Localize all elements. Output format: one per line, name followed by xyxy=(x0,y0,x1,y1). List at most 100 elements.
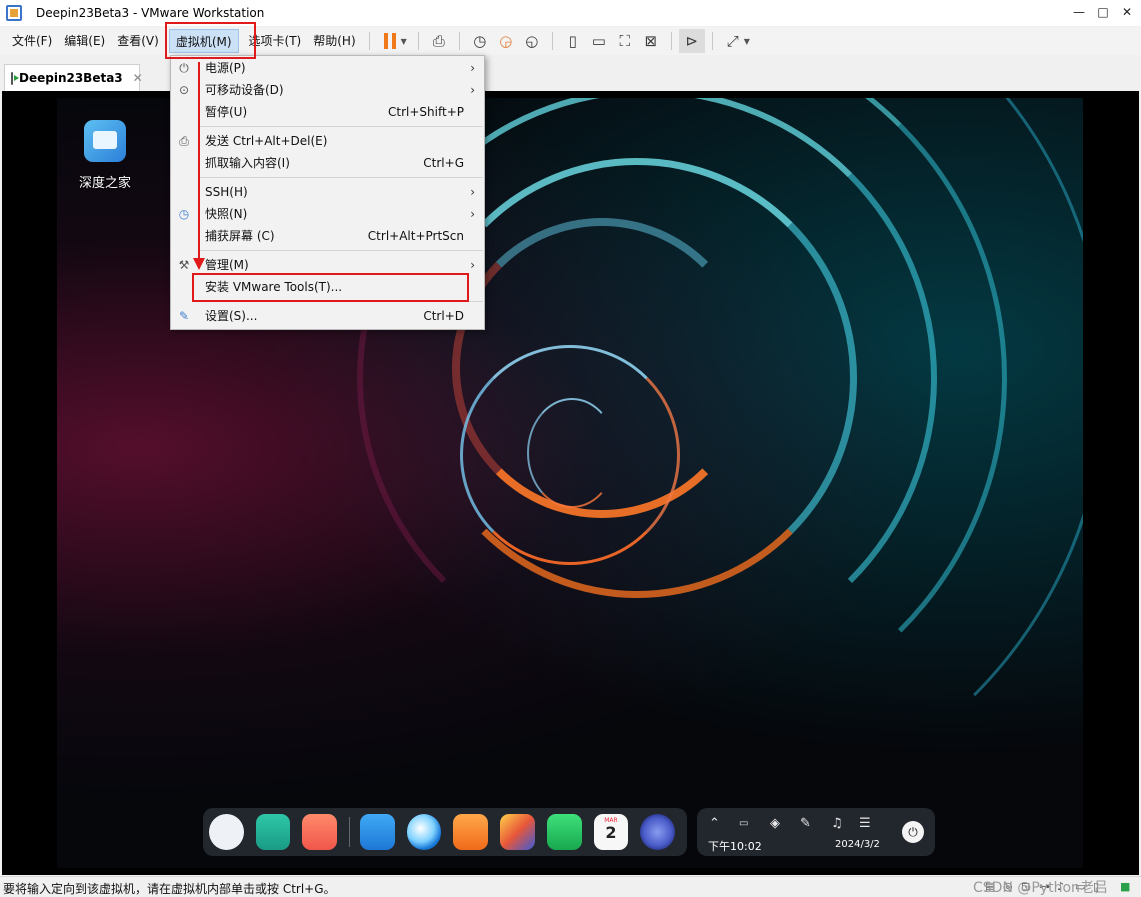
system-tray: ⌃ ▭ ◈ ✎ ♫ ☰ 下午10:02 2024/3/2 ⏻ xyxy=(697,808,935,856)
snapshot-manager-button[interactable]: ◵ xyxy=(519,29,545,53)
submenu-arrow-icon: › xyxy=(470,185,475,199)
terminal-icon: ⊳ xyxy=(685,32,699,50)
file-manager-icon[interactable] xyxy=(255,814,291,850)
deepin-logo-inner xyxy=(527,398,617,508)
tab-deepin23beta3[interactable]: Deepin23Beta3 ✕ xyxy=(4,64,143,91)
menu-separator xyxy=(199,250,483,251)
dock: MAR 2 xyxy=(203,808,687,856)
menu-item-pause[interactable]: 暂停(U) Ctrl+Shift+P xyxy=(171,101,484,123)
show-thumbnail-button[interactable]: ▭ xyxy=(586,29,612,53)
tab-label: Deepin23Beta3 xyxy=(19,71,123,85)
pause-icon xyxy=(383,33,396,49)
menu-edit[interactable]: 编辑(E) xyxy=(58,29,111,53)
unity-button[interactable]: ⊠ xyxy=(638,29,664,53)
send-keys-icon: ⎙ xyxy=(179,134,189,148)
menu-item-shortcut: Ctrl+G xyxy=(423,156,464,170)
menu-item-label: SSH(H) xyxy=(205,185,248,199)
menu-file[interactable]: 文件(F) xyxy=(6,29,58,53)
desktop-shortcut-label: 深度之家 xyxy=(78,176,131,191)
menu-help[interactable]: 帮助(H) xyxy=(307,29,361,53)
menu-item-ssh[interactable]: SSH(H) › xyxy=(171,181,484,203)
stretch-dropdown-icon[interactable]: ▼ xyxy=(744,37,750,46)
browser-icon[interactable] xyxy=(406,814,442,850)
vm-running-icon xyxy=(11,71,19,85)
wrench-icon: ⚒ xyxy=(178,258,190,272)
revert-snapshot-icon: ◶ xyxy=(499,32,513,50)
menu-separator xyxy=(199,126,483,127)
full-screen-button[interactable]: ⛶ xyxy=(612,29,638,53)
status-text: 要将输入定向到该虚拟机，请在虚拟机内部单击或按 Ctrl+G。 xyxy=(3,882,336,896)
snapshot-clock-icon: ◷ xyxy=(473,32,487,50)
power-icon[interactable]: ⏻ xyxy=(902,821,924,843)
stretch-guest-button[interactable]: ⤢ xyxy=(720,29,746,53)
menu-item-label: 快照(N) xyxy=(205,207,248,221)
minimize-button[interactable]: — xyxy=(1069,3,1089,21)
bell-icon[interactable]: ♫ xyxy=(831,816,843,831)
menu-item-snapshot[interactable]: ◷ 快照(N) › xyxy=(171,203,484,225)
window-title: Deepin23Beta3 - VMware Workstation xyxy=(36,6,265,20)
menu-item-label: 暂停(U) xyxy=(205,105,248,119)
launcher-icon[interactable] xyxy=(209,814,244,850)
menu-item-shortcut: Ctrl+D xyxy=(423,309,464,323)
app-store-icon[interactable] xyxy=(360,814,395,850)
menu-item-shortcut: Ctrl+Shift+P xyxy=(388,105,464,119)
menu-item-send-ctrl-alt-del[interactable]: ⎙ 发送 Ctrl+Alt+Del(E) xyxy=(171,130,484,152)
multitasking-icon[interactable] xyxy=(302,814,338,850)
menu-item-shortcut: Ctrl+Alt+PrtScn xyxy=(367,229,464,243)
annotation-install-tools-highlight xyxy=(192,273,469,302)
send-ctrl-alt-del-button[interactable]: ⎙ xyxy=(426,29,452,53)
status-bar: 要将输入定向到该虚拟机，请在虚拟机内部单击或按 Ctrl+G。 ▤ ◎ ⊡ ⊶ … xyxy=(0,876,1141,897)
close-button[interactable]: ✕ xyxy=(1117,3,1137,21)
keyboard-icon[interactable]: ▭ xyxy=(739,818,748,829)
keyboard-send-icon: ⎙ xyxy=(432,32,445,50)
deepin-home-icon xyxy=(84,120,126,162)
console-view-button[interactable]: ⊳ xyxy=(678,29,705,53)
clock-time[interactable]: 下午10:02 xyxy=(708,838,762,854)
menu-item-settings[interactable]: ✎ 设置(S)... Ctrl+D xyxy=(171,305,484,327)
menu-item-removable-devices[interactable]: ⊙ 可移动设备(D) › xyxy=(171,79,484,101)
sidebar-layout-icon: ▯ xyxy=(568,32,577,50)
menu-item-power[interactable]: ⏻ 电源(P) › xyxy=(171,57,484,79)
menu-item-grab-input[interactable]: 抓取输入内容(I) Ctrl+G xyxy=(171,152,484,174)
image-viewer-icon[interactable] xyxy=(500,814,535,850)
thumbnail-layout-icon: ▭ xyxy=(591,32,606,50)
menu-view[interactable]: 查看(V) xyxy=(111,29,165,53)
maximize-button[interactable]: □ xyxy=(1093,3,1113,21)
toggle-icon[interactable]: ☰ xyxy=(859,816,871,831)
take-snapshot-button[interactable]: ◷ xyxy=(467,29,493,53)
calendar-icon[interactable]: MAR 2 xyxy=(593,814,629,850)
snapshot-icon: ◷ xyxy=(178,207,190,221)
stretch-icon: ⤢ xyxy=(726,32,739,50)
menu-item-label: 可移动设备(D) xyxy=(205,83,284,97)
pause-dropdown-icon[interactable]: ▼ xyxy=(401,37,407,46)
menu-item-label: 发送 Ctrl+Alt+Del(E) xyxy=(205,134,328,148)
pen-icon[interactable]: ✎ xyxy=(800,816,811,831)
calendar-day: 2 xyxy=(605,823,617,842)
submenu-arrow-icon: › xyxy=(470,258,475,272)
revert-snapshot-button[interactable]: ◶ xyxy=(493,29,519,53)
pause-button[interactable] xyxy=(377,29,403,53)
music-icon[interactable] xyxy=(546,814,582,850)
show-library-button[interactable]: ▯ xyxy=(560,29,586,53)
power-icon: ⏻ xyxy=(179,61,189,75)
menu-item-label: 抓取输入内容(I) xyxy=(205,156,290,170)
clock-date[interactable]: 2024/3/2 xyxy=(835,839,880,850)
colorful-app-icon[interactable]: ◈ xyxy=(770,816,780,831)
submenu-arrow-icon: › xyxy=(470,61,475,75)
menu-item-label: 电源(P) xyxy=(205,61,246,75)
chevron-up-icon[interactable]: ⌃ xyxy=(709,816,720,831)
submenu-arrow-icon: › xyxy=(470,207,475,221)
shop-bag-icon[interactable] xyxy=(453,814,489,850)
menu-separator xyxy=(199,177,483,178)
menu-item-label: 捕获屏幕 (C) xyxy=(205,229,275,243)
desktop-shortcut-deepin-home[interactable]: 深度之家 xyxy=(75,120,135,191)
control-center-icon[interactable] xyxy=(640,814,675,850)
tab-close-icon[interactable]: ✕ xyxy=(133,71,143,85)
fullscreen-icon: ⛶ xyxy=(619,32,631,50)
annotation-arrow-head-icon xyxy=(193,258,205,270)
settings-icon: ✎ xyxy=(178,309,190,323)
vm-status-icon[interactable]: ■ xyxy=(1120,880,1133,893)
unity-icon: ⊠ xyxy=(644,32,658,50)
menu-item-capture-screen[interactable]: 捕获屏幕 (C) Ctrl+Alt+PrtScn xyxy=(171,225,484,247)
snapshot-manager-icon: ◵ xyxy=(525,32,539,50)
